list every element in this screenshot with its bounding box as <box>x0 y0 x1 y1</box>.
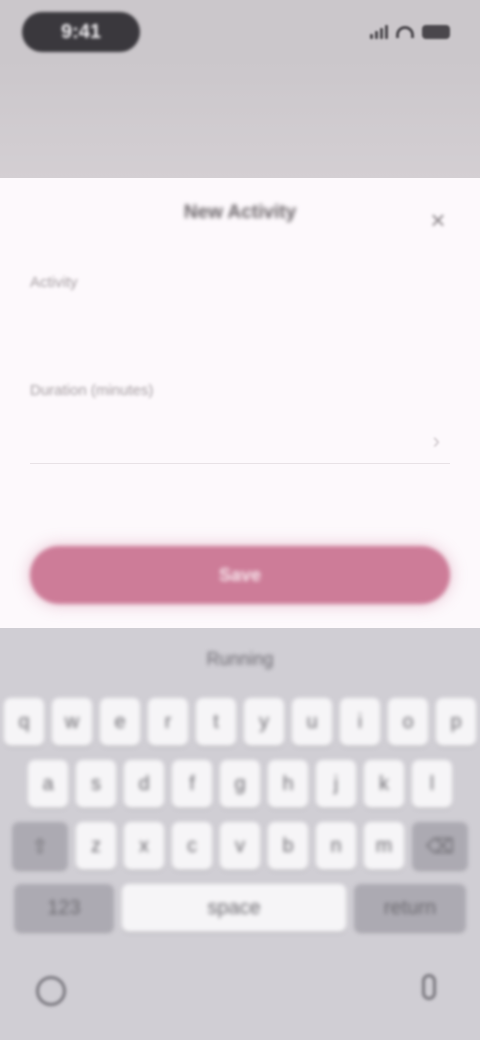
keyboard-bottom-bar <box>0 954 480 1040</box>
key[interactable]: x <box>124 822 164 870</box>
key[interactable]: h <box>268 760 308 808</box>
form-sheet: New Activity × Activity Duration (minute… <box>0 178 480 630</box>
battery-icon <box>422 25 450 39</box>
duration-input-wrapper: › <box>30 420 450 464</box>
chevron-icon[interactable]: › <box>433 428 440 454</box>
duration-input[interactable] <box>30 420 450 464</box>
mic-icon[interactable] <box>422 974 436 1000</box>
keyboard-row-1: q w e r t y u i o p <box>0 698 480 746</box>
key[interactable]: f <box>172 760 212 808</box>
space-key[interactable]: space <box>122 884 346 932</box>
shift-key[interactable]: ⇧ <box>12 822 68 870</box>
key[interactable]: r <box>148 698 188 746</box>
key[interactable]: y <box>244 698 284 746</box>
key[interactable]: s <box>76 760 116 808</box>
status-time: 9:41 <box>22 12 140 52</box>
backspace-key[interactable]: ⌫ <box>412 822 468 870</box>
key[interactable]: c <box>172 822 212 870</box>
key[interactable]: a <box>28 760 68 808</box>
duration-field: Duration (minutes) › <box>30 382 450 464</box>
suggestion-item[interactable]: Running <box>206 649 273 670</box>
key[interactable]: g <box>220 760 260 808</box>
save-button[interactable]: Save <box>30 546 450 604</box>
activity-input[interactable] <box>30 312 450 336</box>
key[interactable]: e <box>100 698 140 746</box>
key[interactable]: z <box>76 822 116 870</box>
keyboard-row-4: 123 space return <box>0 884 480 932</box>
activity-field: Activity <box>30 274 450 336</box>
status-icons <box>370 22 450 42</box>
key[interactable]: t <box>196 698 236 746</box>
key[interactable]: i <box>340 698 380 746</box>
wifi-icon <box>396 26 414 38</box>
app-screen: 9:41 New Activity × Activity Duration (m… <box>0 0 480 1040</box>
key[interactable]: v <box>220 822 260 870</box>
sheet-header: New Activity × <box>0 178 480 248</box>
key[interactable]: k <box>364 760 404 808</box>
close-button[interactable]: × <box>418 200 458 240</box>
numbers-key[interactable]: 123 <box>14 884 114 932</box>
key[interactable]: u <box>292 698 332 746</box>
key[interactable]: d <box>124 760 164 808</box>
key[interactable]: m <box>364 822 404 870</box>
keyboard-row-3: ⇧ z x c v b n m ⌫ <box>0 822 480 870</box>
key[interactable]: w <box>52 698 92 746</box>
dimmed-backdrop[interactable] <box>0 60 480 180</box>
keyboard-row-2: a s d f g h j k l <box>0 760 480 808</box>
key[interactable]: j <box>316 760 356 808</box>
globe-icon[interactable] <box>36 976 66 1006</box>
return-key[interactable]: return <box>354 884 466 932</box>
activity-label: Activity <box>30 274 78 291</box>
key[interactable]: l <box>412 760 452 808</box>
key[interactable]: q <box>4 698 44 746</box>
key[interactable]: b <box>268 822 308 870</box>
suggestion-bar: Running <box>0 628 480 690</box>
key[interactable]: p <box>436 698 476 746</box>
sheet-title: New Activity <box>183 202 297 223</box>
duration-label: Duration (minutes) <box>30 382 154 399</box>
key[interactable]: n <box>316 822 356 870</box>
status-bar: 9:41 <box>0 0 480 60</box>
key[interactable]: o <box>388 698 428 746</box>
close-icon: × <box>430 204 446 235</box>
signal-icon <box>370 25 388 39</box>
keyboard: Running q w e r t y u i o p a s d f g h … <box>0 628 480 1040</box>
